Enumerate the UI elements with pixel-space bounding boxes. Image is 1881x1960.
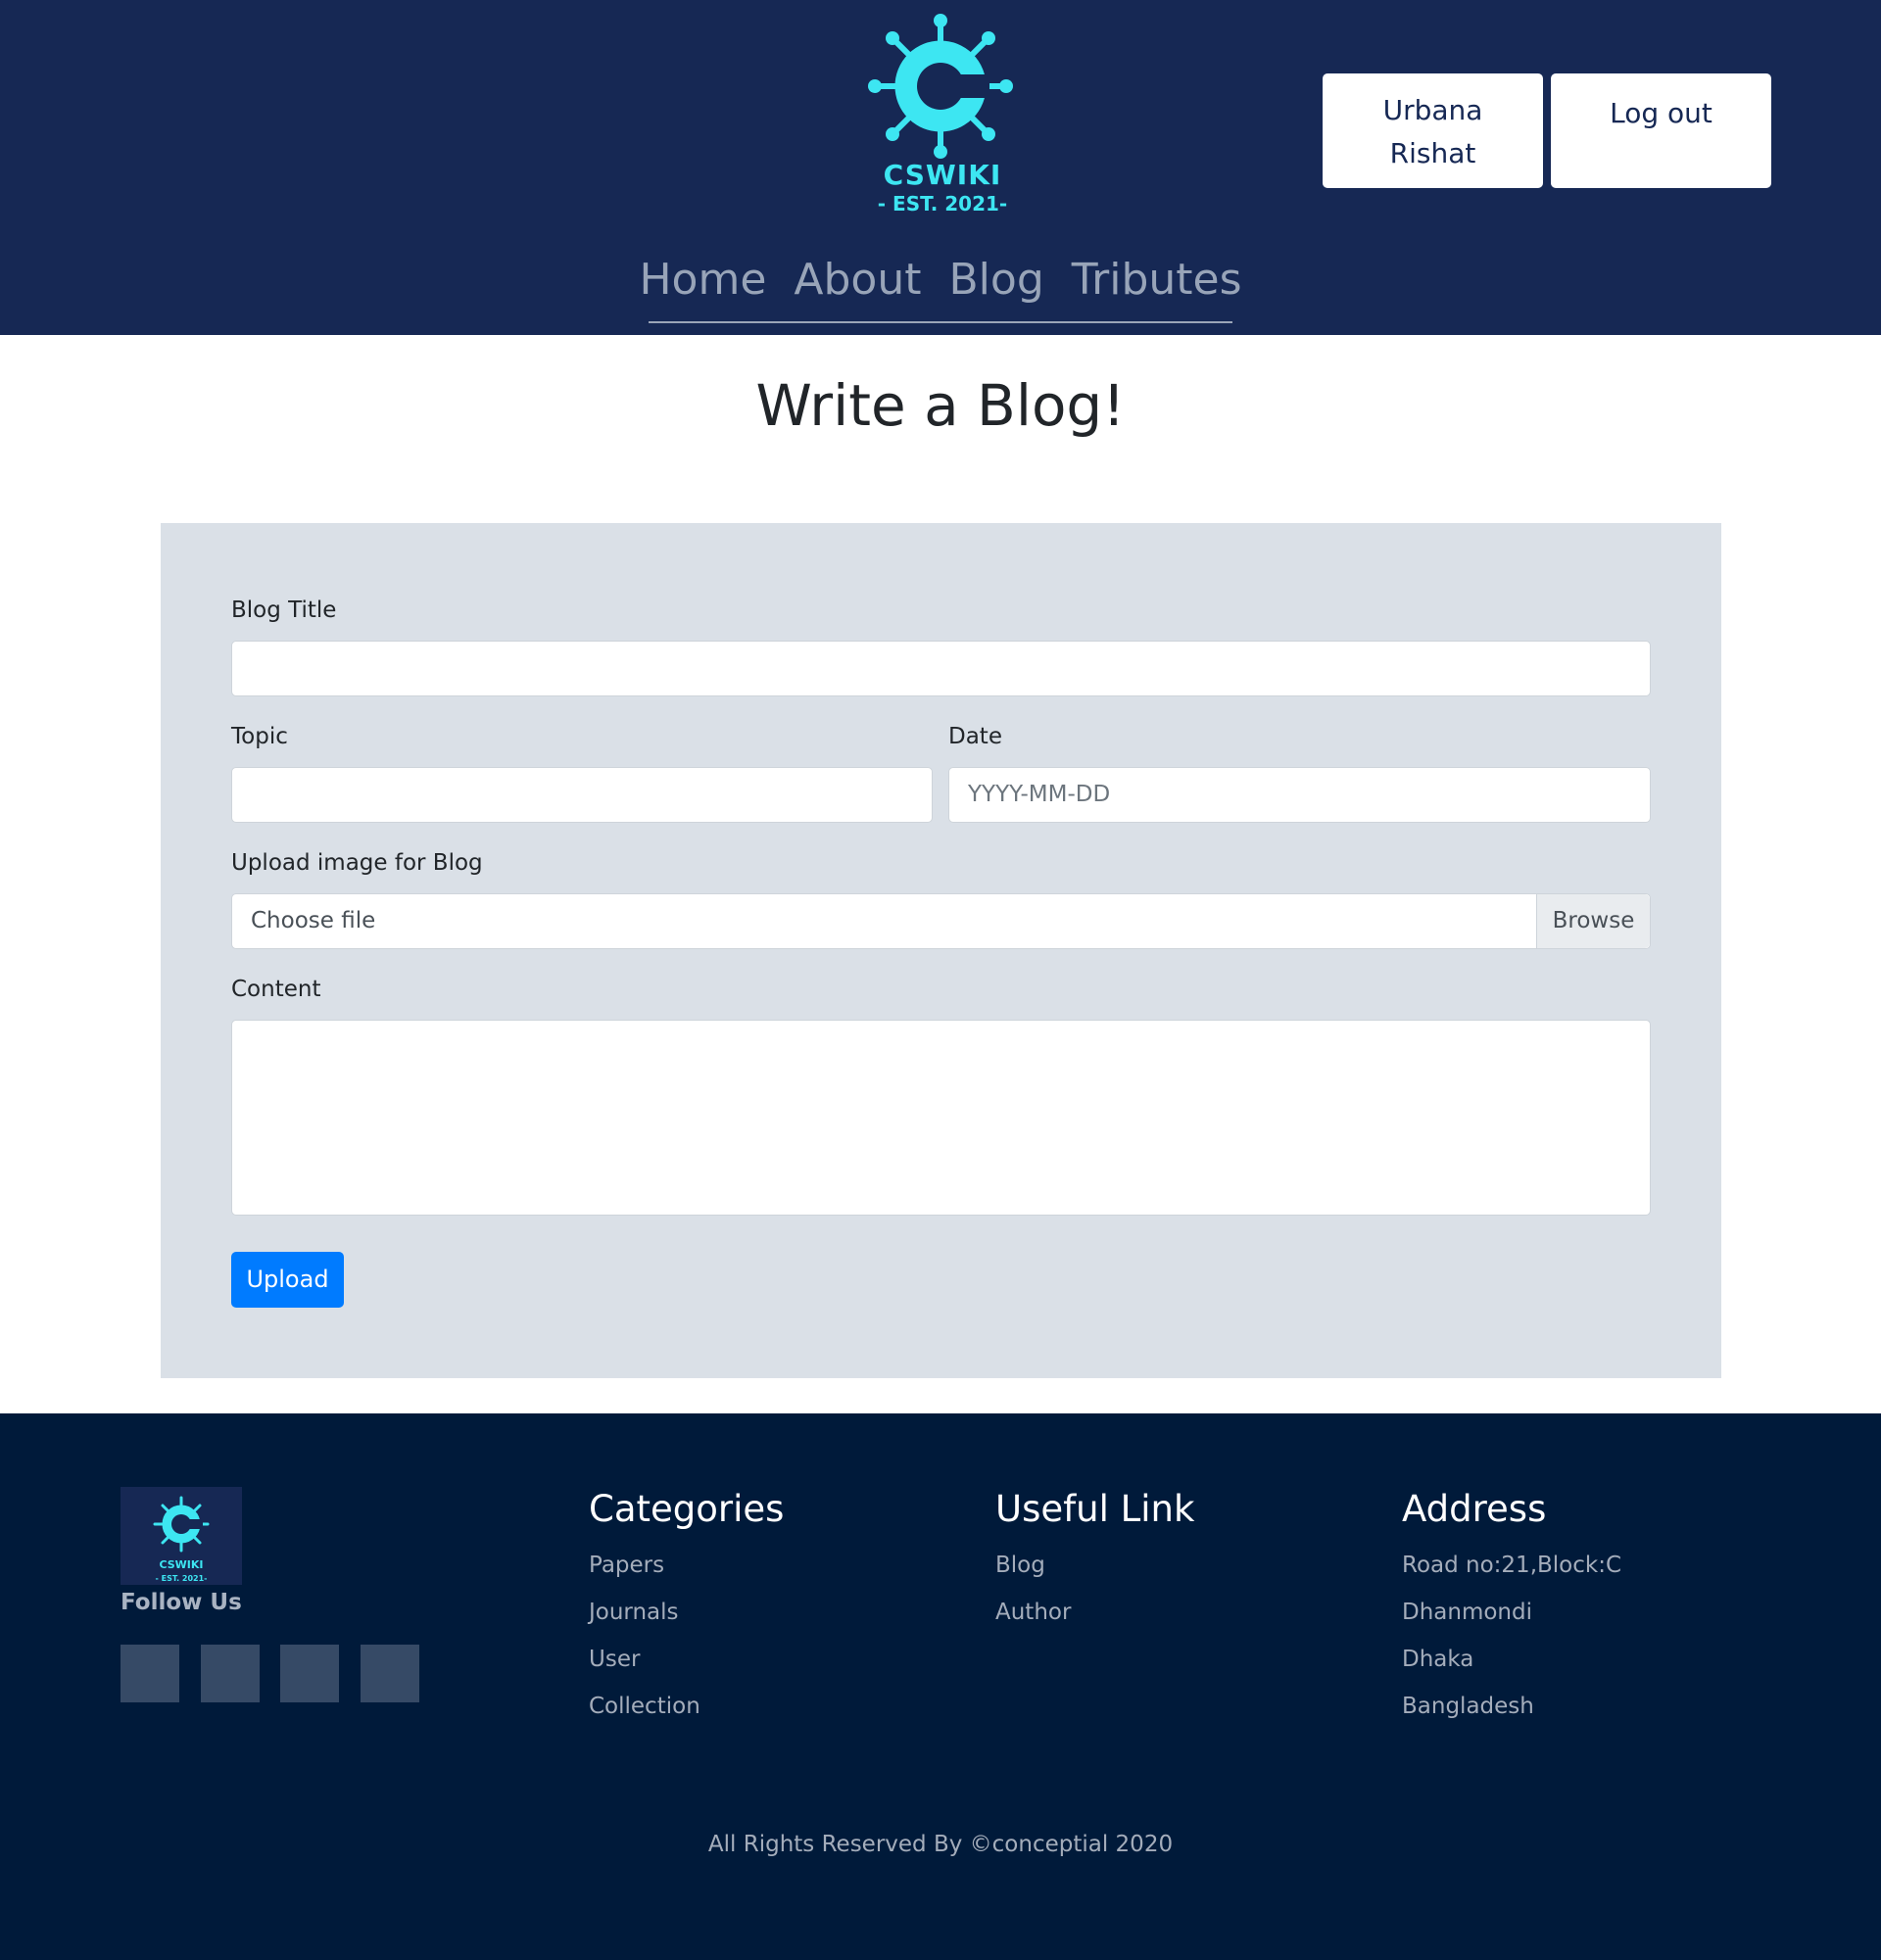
nav-tributes[interactable]: Tributes bbox=[1072, 251, 1242, 321]
virus-c-logo-icon bbox=[868, 14, 1013, 159]
date-label: Date bbox=[948, 724, 1002, 749]
blog-form: Blog Title Topic Date YYYY-MM-DD Upload … bbox=[161, 523, 1721, 1378]
address-line: Bangladesh bbox=[1402, 1694, 1534, 1719]
footer-logo[interactable]: CSWIKI - EST. 2021- bbox=[121, 1487, 242, 1585]
address-line: Dhanmondi bbox=[1402, 1600, 1533, 1625]
footer-link-collection[interactable]: Collection bbox=[589, 1694, 700, 1719]
footer-link-author[interactable]: Author bbox=[995, 1600, 1071, 1625]
user-profile-button[interactable]: Urbana Rishat bbox=[1323, 73, 1543, 188]
nav-about[interactable]: About bbox=[794, 251, 921, 321]
address-line: Dhaka bbox=[1402, 1647, 1474, 1672]
follow-us-label: Follow Us bbox=[121, 1590, 242, 1615]
user-first-name: Urbana bbox=[1382, 94, 1483, 126]
useful-link-heading: Useful Link bbox=[995, 1488, 1195, 1530]
date-input[interactable]: YYYY-MM-DD bbox=[948, 767, 1651, 823]
blog-title-input[interactable] bbox=[231, 641, 1651, 696]
site-logo[interactable]: CSWIKI - EST. 2021- bbox=[800, 6, 1085, 223]
main-nav: Home About Blog Tributes bbox=[639, 251, 1242, 323]
social-icon-2[interactable] bbox=[201, 1645, 260, 1702]
site-header: CSWIKI - EST. 2021- Urbana Rishat Log ou… bbox=[0, 0, 1881, 335]
footer-logo-name: CSWIKI - EST. 2021- bbox=[121, 1558, 242, 1584]
content-textarea[interactable] bbox=[231, 1020, 1651, 1216]
nav-home[interactable]: Home bbox=[639, 251, 766, 321]
upload-image-label: Upload image for Blog bbox=[231, 850, 483, 876]
logo-est: - EST. 2021- bbox=[877, 192, 1008, 215]
virus-c-logo-icon bbox=[153, 1496, 210, 1553]
nav-blog[interactable]: Blog bbox=[948, 251, 1043, 321]
footer-link-user[interactable]: User bbox=[589, 1647, 640, 1672]
page-title: Write a Blog! bbox=[755, 372, 1126, 439]
social-icon-1[interactable] bbox=[121, 1645, 179, 1702]
copyright-text: All Rights Reserved By ©conceptial 2020 bbox=[707, 1832, 1174, 1857]
logo-name: CSWIKI bbox=[883, 159, 1002, 191]
topic-label: Topic bbox=[231, 724, 288, 749]
footer-logo-name-text: CSWIKI bbox=[159, 1558, 204, 1571]
file-input-placeholder: Choose file bbox=[251, 908, 376, 933]
blog-title-label: Blog Title bbox=[231, 598, 337, 623]
site-footer: CSWIKI - EST. 2021- Follow Us Categories… bbox=[0, 1413, 1881, 1960]
user-last-name: Rishat bbox=[1389, 137, 1476, 169]
address-line: Road no:21,Block:C bbox=[1402, 1553, 1622, 1578]
footer-link-journals[interactable]: Journals bbox=[589, 1600, 679, 1625]
footer-link-papers[interactable]: Papers bbox=[589, 1553, 664, 1578]
topic-input[interactable] bbox=[231, 767, 933, 823]
upload-button[interactable]: Upload bbox=[231, 1252, 344, 1308]
categories-heading: Categories bbox=[589, 1488, 785, 1530]
footer-logo-est: - EST. 2021- bbox=[155, 1574, 208, 1583]
logout-button[interactable]: Log out bbox=[1551, 73, 1771, 188]
address-heading: Address bbox=[1402, 1488, 1547, 1530]
browse-button[interactable]: Browse bbox=[1536, 894, 1650, 948]
file-input[interactable]: Choose file Browse bbox=[231, 893, 1651, 949]
content-label: Content bbox=[231, 977, 321, 1002]
social-icon-3[interactable] bbox=[280, 1645, 339, 1702]
footer-link-blog[interactable]: Blog bbox=[995, 1553, 1045, 1578]
social-icon-4[interactable] bbox=[361, 1645, 419, 1702]
